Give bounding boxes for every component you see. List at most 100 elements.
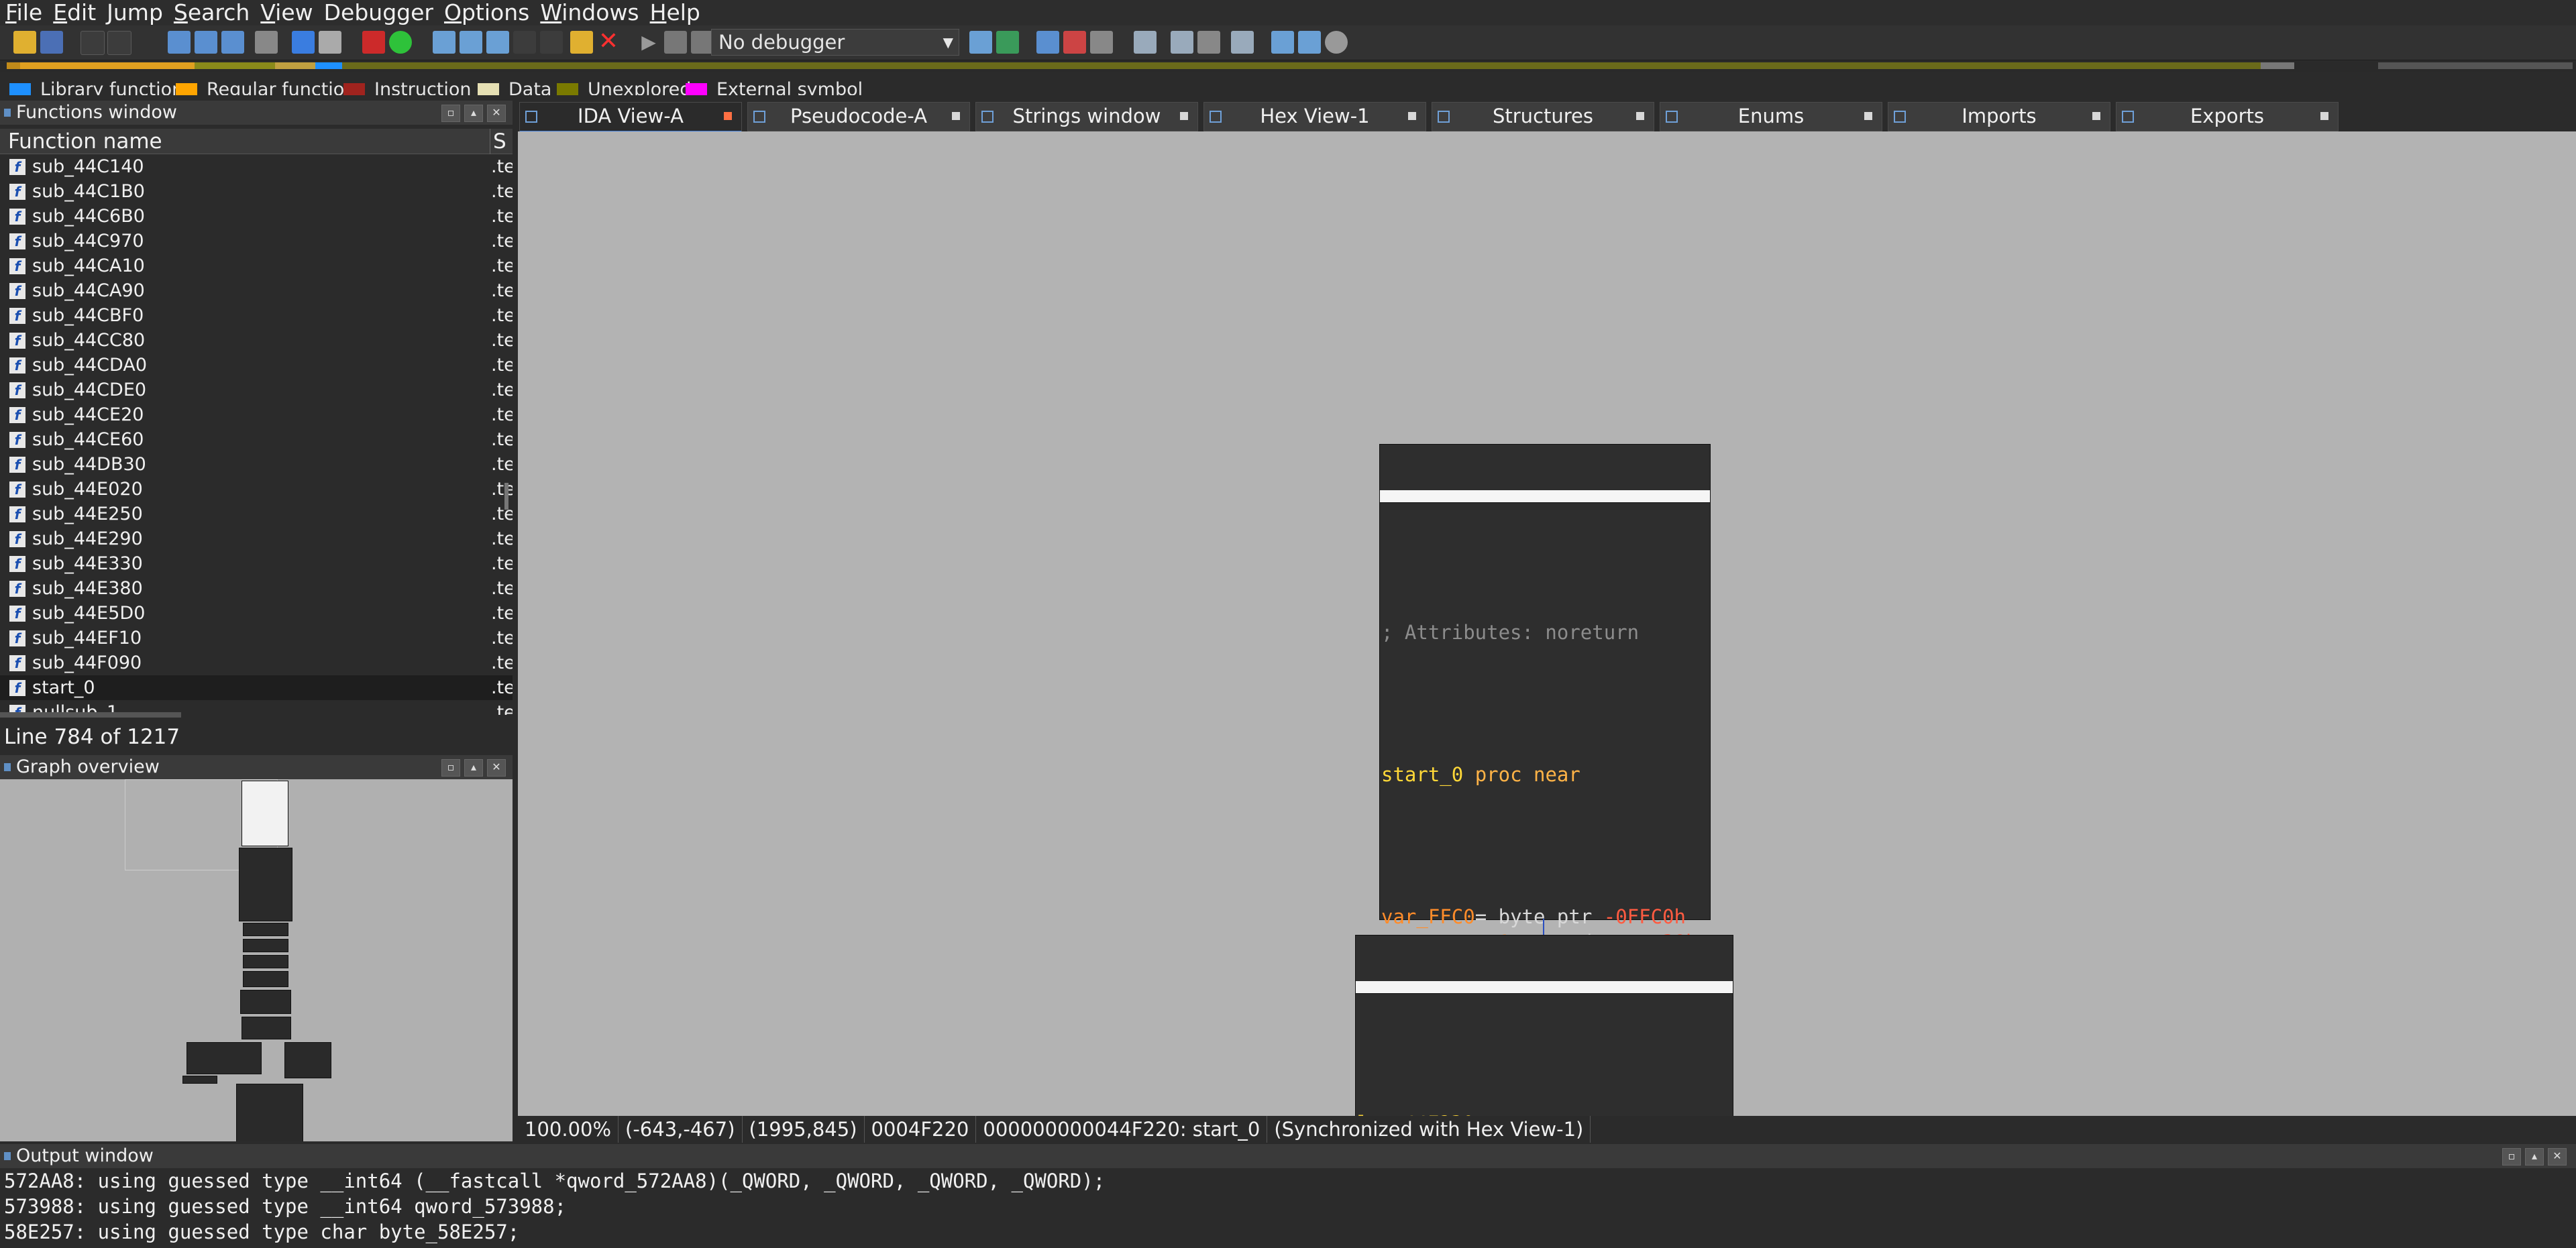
menu-item[interactable]: View xyxy=(255,0,318,25)
menu-item[interactable]: File xyxy=(0,0,48,25)
add-bp-icon[interactable] xyxy=(1063,31,1086,54)
graph-icon[interactable] xyxy=(292,31,315,54)
tab-close-icon[interactable] xyxy=(2320,112,2328,120)
close-icon[interactable]: ✕ xyxy=(487,759,506,777)
tab-hex-view-1[interactable]: Hex View-1 xyxy=(1203,102,1426,131)
column-function-name[interactable]: Function name xyxy=(8,129,162,154)
list-icon[interactable] xyxy=(1134,31,1157,54)
breakpoint-icon[interactable] xyxy=(1036,31,1059,54)
tab-enums[interactable]: Enums xyxy=(1660,102,1882,131)
array-icon[interactable] xyxy=(486,31,509,54)
functions-scrollbar[interactable] xyxy=(504,483,508,510)
close-icon[interactable]: ✕ xyxy=(2548,1148,2567,1166)
tab-ida-view-a[interactable]: IDA View-A xyxy=(519,102,742,133)
play-icon[interactable]: ▶ xyxy=(637,31,660,54)
offset-icon[interactable] xyxy=(513,31,536,54)
window-icon[interactable] xyxy=(1271,31,1294,54)
maximize-icon[interactable]: ▴ xyxy=(464,105,483,122)
tools-icon[interactable] xyxy=(1090,31,1113,54)
pause-icon[interactable] xyxy=(664,31,687,54)
menu-item[interactable]: Jump xyxy=(101,0,168,25)
menu-item[interactable]: Edit xyxy=(48,0,101,25)
functions-list[interactable]: f sub_44C140 .te f sub_44C1B0 .te f sub_44C6B0.… xyxy=(0,129,513,715)
function-row[interactable]: f sub_44DB30 .te xyxy=(0,452,513,477)
menu-item[interactable]: Search xyxy=(168,0,255,25)
output-window[interactable]: 572AA8: using guessed type __int64 (__fa… xyxy=(0,1168,2576,1248)
tab-exports[interactable]: Exports xyxy=(2116,102,2339,131)
tab-close-icon[interactable] xyxy=(1180,112,1188,120)
function-row[interactable]: f sub_44C6B0 .te xyxy=(0,204,513,229)
function-row[interactable]: f sub_44E020 .te xyxy=(0,477,513,502)
hex-icon[interactable] xyxy=(433,31,455,54)
menu-item[interactable]: Debugger xyxy=(319,0,439,25)
delete-icon[interactable]: ✕ xyxy=(597,30,620,54)
ida-graph-view[interactable]: ; Attributes: noreturn start_0 proc near… xyxy=(518,131,2576,1116)
function-row[interactable]: f sub_44E290 .te xyxy=(0,526,513,551)
graph-overview[interactable] xyxy=(0,779,513,1141)
back-icon[interactable] xyxy=(80,31,105,55)
tab-close-icon[interactable] xyxy=(1408,112,1416,120)
menu-item[interactable]: Windows xyxy=(535,0,644,25)
struct-icon[interactable] xyxy=(540,31,563,54)
maximize-icon[interactable]: ▴ xyxy=(2525,1148,2544,1166)
navigation-band[interactable] xyxy=(0,60,2576,72)
forward-icon[interactable] xyxy=(107,31,131,55)
graph-block-loc[interactable]: loc_44F230: movrax, rdimovrbx, rsisubrsp… xyxy=(1355,935,1733,1116)
debugger-select[interactable]: No debugger ▼ xyxy=(711,29,959,56)
function-row[interactable]: f sub_44CA90 .te xyxy=(0,278,513,303)
function-row[interactable]: f sub_44F090 .te xyxy=(0,650,513,675)
function-row[interactable]: f sub_44C970 .te xyxy=(0,229,513,253)
float-icon[interactable]: ▫ xyxy=(2502,1148,2521,1166)
function-row[interactable]: f sub_44C140 .te xyxy=(0,154,513,179)
string-icon[interactable] xyxy=(460,31,482,54)
tab-close-icon[interactable] xyxy=(2092,112,2100,120)
function-row[interactable]: f sub_44E5D0 .te xyxy=(0,601,513,626)
open-icon[interactable] xyxy=(13,31,36,54)
float-icon[interactable]: ▫ xyxy=(441,105,460,122)
tab-imports[interactable]: Imports xyxy=(1888,102,2110,131)
view-icon[interactable] xyxy=(1298,31,1321,54)
tab-pseudocode-a[interactable]: Pseudocode-A xyxy=(747,102,970,131)
tab-close-icon[interactable] xyxy=(724,112,732,120)
disk-icon[interactable] xyxy=(1325,31,1348,54)
tab-close-icon[interactable] xyxy=(1636,112,1644,120)
functions-h-scrollbar[interactable] xyxy=(0,712,181,718)
tab-close-icon[interactable] xyxy=(952,112,960,120)
attach-icon[interactable] xyxy=(969,31,992,54)
function-row[interactable]: f sub_44E380 .te xyxy=(0,576,513,601)
function-row[interactable]: f sub_44EF10 .te xyxy=(0,626,513,650)
segment-icon[interactable] xyxy=(168,31,191,54)
tab-structures[interactable]: Structures xyxy=(1432,102,1654,131)
tab-strings-window[interactable]: Strings window xyxy=(975,102,1198,131)
close-icon[interactable]: ✕ xyxy=(487,105,506,122)
float-icon[interactable]: ▫ xyxy=(441,759,460,777)
function-row[interactable]: f sub_44CDE0 .te xyxy=(0,378,513,402)
function-row[interactable]: f sub_44CC80 .te xyxy=(0,328,513,353)
function-row[interactable]: f start_0 .te xyxy=(0,675,513,700)
data-icon[interactable] xyxy=(221,31,244,54)
go-icon[interactable] xyxy=(389,31,412,54)
function-row[interactable]: f sub_44CA10 .te xyxy=(0,253,513,278)
analyze-icon[interactable] xyxy=(362,31,385,54)
settings-icon[interactable] xyxy=(255,31,278,54)
function-row[interactable]: f sub_44CBF0 .te xyxy=(0,303,513,328)
refresh-icon[interactable] xyxy=(996,31,1019,54)
tab-close-icon[interactable] xyxy=(1864,112,1872,120)
function-row[interactable]: f sub_44E250 .te xyxy=(0,502,513,526)
names-icon[interactable] xyxy=(1171,31,1193,54)
edit-icon[interactable] xyxy=(570,31,593,54)
search-icon[interactable] xyxy=(319,31,341,54)
function-row[interactable]: f sub_44E330 .te xyxy=(0,551,513,576)
check-icon[interactable] xyxy=(1197,31,1220,54)
function-row[interactable]: f sub_44CE20 .te xyxy=(0,402,513,427)
menu-item[interactable]: Options xyxy=(439,0,535,25)
column-segment[interactable]: S xyxy=(490,129,506,154)
menu-item[interactable]: Help xyxy=(645,0,706,25)
function-row[interactable]: f sub_44CDA0 .te xyxy=(0,353,513,378)
code-icon[interactable] xyxy=(195,31,217,54)
function-row[interactable]: f sub_44C1B0 .te xyxy=(0,179,513,204)
graph-block-start[interactable]: ; Attributes: noreturn start_0 proc near… xyxy=(1379,444,1711,1107)
function-row[interactable]: f sub_44CE60 .te xyxy=(0,427,513,452)
stop-icon[interactable] xyxy=(691,31,714,54)
flow-icon[interactable] xyxy=(1231,31,1254,54)
